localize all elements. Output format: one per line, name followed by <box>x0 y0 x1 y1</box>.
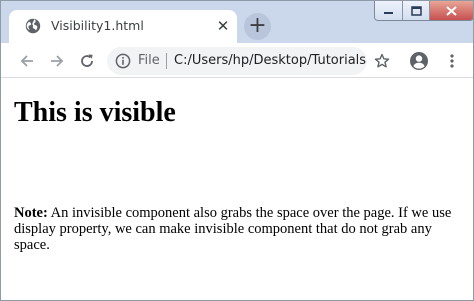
star-icon <box>374 53 390 68</box>
back-button[interactable] <box>16 50 38 72</box>
account-icon <box>410 52 428 70</box>
tab-visibility1[interactable]: Visibility1.html ✕ <box>9 10 237 43</box>
note-text: An invisible component also grabs the sp… <box>14 205 452 253</box>
close-icon <box>446 5 457 16</box>
window-controls <box>374 1 473 21</box>
page-heading: This is visible <box>14 97 176 128</box>
close-window-button[interactable] <box>429 1 473 20</box>
globe-icon <box>25 18 41 34</box>
tab-close-icon[interactable]: ✕ <box>213 16 233 36</box>
menu-button[interactable] <box>441 50 463 72</box>
reload-button[interactable] <box>76 50 98 72</box>
forward-button[interactable] <box>46 50 68 72</box>
omnibox-divider <box>166 53 167 69</box>
minimize-button[interactable] <box>375 1 404 20</box>
page-content: This is visible Note: An invisible compo… <box>1 79 473 300</box>
scheme-label: File <box>138 53 160 68</box>
info-icon[interactable] <box>115 53 131 69</box>
minimize-icon <box>383 11 393 14</box>
forward-arrow-icon <box>51 55 64 67</box>
tab-title: Visibility1.html <box>51 18 144 33</box>
restore-button[interactable] <box>403 1 430 20</box>
browser-toolbar: File C:/Users/hp/Desktop/Tutorials... <box>1 43 473 78</box>
address-bar[interactable]: File C:/Users/hp/Desktop/Tutorials... <box>107 47 367 75</box>
note-label: Note: <box>14 205 48 221</box>
browser-window: Visibility1.html ✕ + File C:/Users/hp/De… <box>0 0 474 301</box>
new-tab-button[interactable]: + <box>244 13 271 40</box>
bookmark-button[interactable] <box>371 50 393 72</box>
back-arrow-icon <box>20 55 33 67</box>
note-paragraph: Note: An invisible component also grabs … <box>14 205 466 253</box>
tab-strip: Visibility1.html ✕ + <box>1 1 473 43</box>
menu-icon <box>450 54 454 68</box>
reload-icon <box>81 54 93 67</box>
restore-icon <box>410 5 422 16</box>
account-button[interactable] <box>408 50 430 72</box>
url-text[interactable]: C:/Users/hp/Desktop/Tutorials... <box>174 53 367 68</box>
